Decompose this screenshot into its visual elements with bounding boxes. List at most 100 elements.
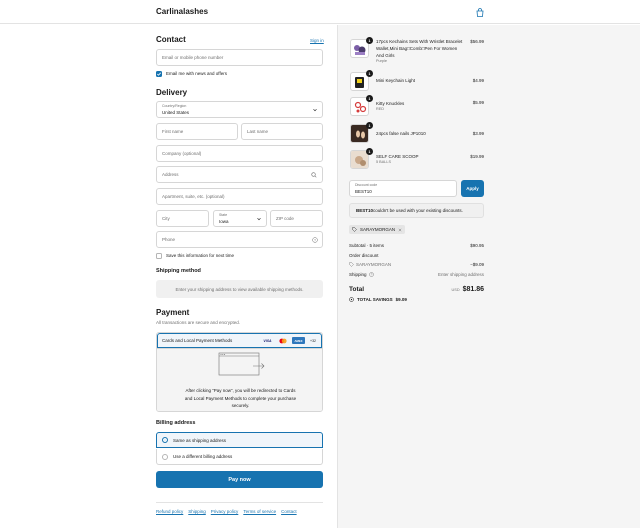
newsletter-checkbox[interactable] [156,71,162,77]
shipping-link[interactable]: Shipping [188,509,206,514]
subtotal-value: $90.95 [470,243,484,248]
discount-error-text: couldn't be used with your existing disc… [373,208,463,213]
tag-icon [349,262,354,267]
total-value-wrap: USD $81.86 [452,286,484,293]
applied-discount-tag: SARAYMORGAN [349,225,406,234]
help-icon[interactable]: ? [368,272,374,277]
shopping-bag-icon[interactable] [474,6,486,18]
shipping-notice: Enter your shipping address to view avai… [156,280,323,298]
total-savings-label: TOTAL SAVINGS [357,297,393,302]
first-name-field[interactable]: First name [156,123,238,140]
country-label: Country/Region [162,104,187,108]
item-price: $56.99 [470,39,484,44]
discount-code-field[interactable]: Discount code BEST10 [349,180,457,197]
newsletter-label: Email me with news and offers [166,71,227,76]
shipping-label: Shipping [349,272,367,277]
zip-field[interactable]: ZIP code [270,210,323,227]
order-discount-label: Order discount [349,253,379,258]
company-field[interactable]: Company (optional) [156,145,323,162]
footer-divider [156,502,323,503]
email-field[interactable]: Email or mobile phone number [156,49,323,66]
billing-different-label: Use a different billing address [173,454,233,459]
billing-same-label: Same as shipping address [173,437,227,443]
quantity-badge: 1 [366,95,373,102]
payment-heading: Payment [156,308,190,317]
address-field[interactable]: Address [156,166,323,183]
item-price: $4.99 [472,78,484,83]
state-value: Iowa [219,219,229,224]
cart-item: 1 Mini Keychain Light $4.99 [350,70,484,92]
apartment-placeholder: Apartment, suite, etc. (optional) [162,194,225,199]
item-variant: 5 BALLS [376,160,391,164]
quantity-badge: 1 [366,148,373,155]
mastercard-icon [277,337,289,344]
save-info-label: Save this information for next time [166,253,235,258]
chevron-down-icon [257,217,261,221]
payment-method-box: Cards and Local Payment Methods VISA AME… [156,332,323,412]
privacy-policy-link[interactable]: Privacy policy [211,509,239,514]
total-value: $81.86 [462,286,484,293]
subtotal-label: Subtotal · 5 items [349,243,385,248]
zip-placeholder: ZIP code [276,216,294,221]
delivery-heading: Delivery [156,88,188,97]
shipping-method-heading: Shipping method [156,268,201,274]
order-discount-row: Order discount [349,253,484,258]
company-placeholder: Company (optional) [162,151,202,156]
savings-tag-icon [349,297,354,302]
tag-icon [352,227,357,232]
item-name: SELF CARE SCOOP [376,154,419,159]
radio-unselected[interactable] [162,453,168,460]
item-name: 24pcs false nails JP1010 [376,131,426,136]
item-price: $19.99 [470,154,484,159]
billing-same-option[interactable]: Same as shipping address [156,432,323,448]
visa-icon: VISA [263,338,272,343]
sign-in-link[interactable]: Sign in [310,38,324,43]
more-cards-count: +32 [310,338,316,343]
phone-field[interactable]: Phone ? [156,231,323,248]
item-name: Kitty Knuckles [376,101,405,106]
apply-button[interactable]: Apply [461,180,484,197]
pay-now-button[interactable]: Pay now [156,471,323,488]
state-select[interactable]: State Iowa [213,210,267,227]
terms-link[interactable]: Terms of service [243,509,276,514]
billing-different-option[interactable]: Use a different billing address [156,449,323,465]
country-select[interactable]: Country/Region United States [156,101,323,118]
item-variant: RED [376,107,385,111]
quantity-badge: 1 [366,37,373,44]
close-icon[interactable] [398,228,402,232]
order-discount-detail-row: SARAYMORGAN −$9.09 [349,262,484,267]
discount-error-code: BEST10 [356,208,374,213]
last-name-field[interactable]: Last name [241,123,323,140]
total-label: Total [349,286,365,293]
city-field[interactable]: City [156,210,209,227]
svg-text:?: ? [370,273,372,277]
cart-item: 1 24pcs false nails JP1010 $3.99 [350,122,484,144]
subtotal-row: Subtotal · 5 items $90.95 [349,243,484,248]
order-discount-value: −$9.09 [470,262,484,267]
quantity-badge: 1 [366,70,373,77]
refund-policy-link[interactable]: Refund policy [156,509,183,514]
billing-heading: Billing address [156,420,196,426]
save-info-checkbox[interactable] [156,253,162,259]
amex-icon: AMEX [292,337,305,344]
help-icon[interactable]: ? [312,237,318,243]
browser-redirect-icon [218,352,265,376]
footer-links: Refund policy Shipping Privacy policy Te… [156,509,297,514]
apartment-field[interactable]: Apartment, suite, etc. (optional) [156,188,323,205]
contact-link[interactable]: Contact [281,509,297,514]
cart-item: 1 Kitty Knuckles RED $5.99 [350,95,484,117]
order-discount-code-wrap: SARAYMORGAN [349,262,391,267]
discount-label: Discount code [355,183,378,187]
state-label: State [219,213,228,217]
radio-selected[interactable] [162,437,168,443]
first-name-placeholder: First name [162,129,184,134]
address-placeholder: Address [162,172,179,177]
payment-method-label: Cards and Local Payment Methods [162,338,233,343]
shipping-value: Enter shipping address [437,272,484,277]
brand-logo[interactable]: Carlinalashes [156,7,208,16]
search-icon [311,172,317,178]
quantity-badge: 1 [366,122,373,129]
last-name-placeholder: Last name [247,129,269,134]
chevron-down-icon [313,108,317,112]
payment-method-option[interactable]: Cards and Local Payment Methods VISA AME… [157,333,322,348]
